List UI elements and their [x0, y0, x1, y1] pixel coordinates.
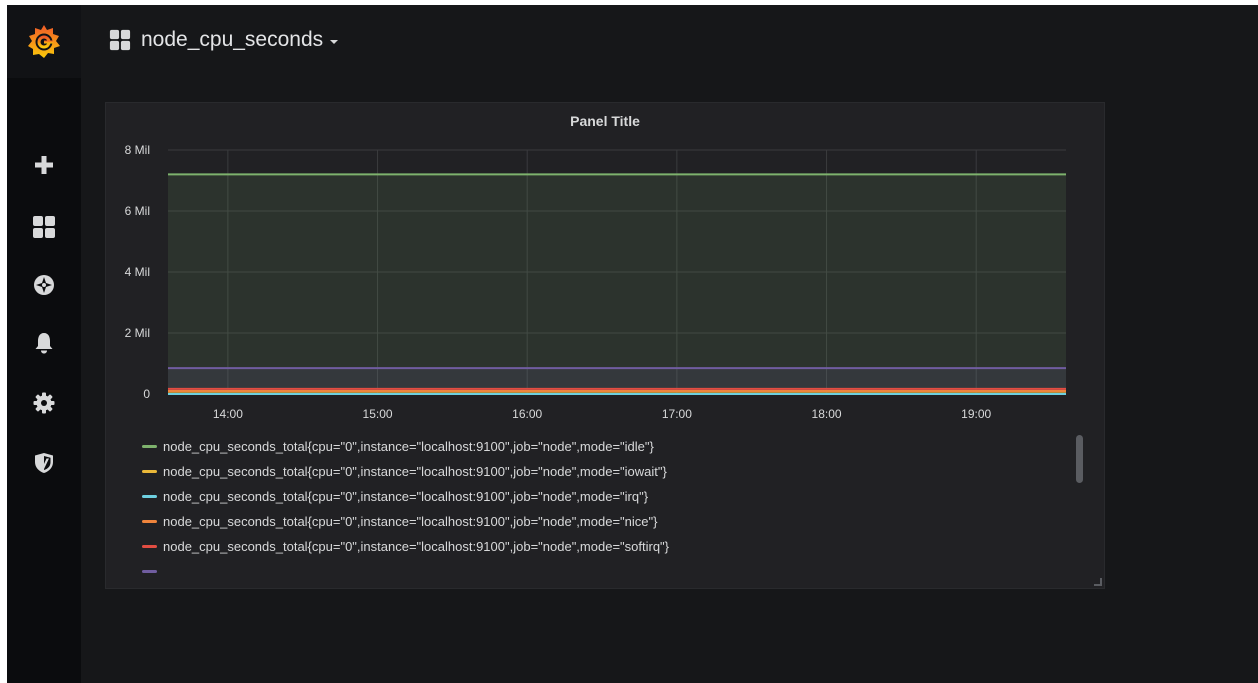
x-tick-label: 15:00 — [363, 407, 393, 421]
legend-series-swatch — [142, 469, 157, 473]
graph-panel: Panel Title 02 Mil 4 Mil 6 Mil 8 Mil 14:00 15… — [105, 102, 1105, 589]
x-tick-label: 18:00 — [812, 407, 842, 421]
caret-down-icon — [330, 40, 339, 44]
grafana-logo-icon — [28, 25, 60, 58]
y-tick-label: 8 Mil — [125, 143, 150, 157]
dashboards-icon — [109, 29, 131, 51]
panel-resize-handle[interactable] — [1094, 578, 1102, 586]
x-tick-label: 17:00 — [662, 407, 692, 421]
grafana-screen: node_cpu_seconds Panel Title 02 Mil 4 Mil… — [7, 5, 1258, 683]
legend-series-swatch — [142, 444, 157, 448]
y-tick-label: 2 Mil — [125, 326, 150, 340]
legend-item[interactable]: node_cpu_seconds_total{cpu="0",instance=… — [142, 486, 648, 506]
legend-series-label: node_cpu_seconds_total{cpu="0",instance=… — [163, 438, 654, 454]
graph-chart: 0 2 Mil 4 Mil 6 Mil 8 Mil 14:00 15:00 16:00 17:0… — [125, 143, 1066, 421]
server-admin-nav-button[interactable] — [29, 448, 59, 478]
legend-series-label: node_cpu_seconds_total{cpu="0",instance=… — [163, 488, 649, 504]
side-menu — [7, 5, 81, 683]
graph-legend: node_cpu_seconds_total{cpu="0",instance=… — [142, 433, 1072, 583]
dashboard-picker[interactable]: node_cpu_seconds — [109, 25, 339, 55]
x-tick-label: 14:00 — [213, 407, 243, 421]
dashboard-navbar: node_cpu_seconds — [81, 5, 1258, 78]
x-tick-label: 19:00 — [961, 407, 991, 421]
gear-icon — [33, 392, 55, 414]
grafana-logo-button[interactable] — [7, 5, 81, 78]
y-tick-label: 4 Mil — [125, 265, 150, 279]
legend-item[interactable] — [142, 561, 163, 581]
bell-icon — [35, 333, 53, 354]
dashboard-content: node_cpu_seconds Panel Title 02 Mil 4 Mil… — [81, 5, 1258, 683]
legend-item[interactable]: node_cpu_seconds_total{cpu="0",instance=… — [142, 461, 667, 481]
legend-item[interactable]: node_cpu_seconds_total{cpu="0",instance=… — [142, 436, 654, 456]
legend-scrollbar[interactable] — [1076, 435, 1083, 483]
configuration-nav-button[interactable] — [29, 388, 59, 418]
legend-series-swatch — [142, 569, 157, 573]
legend-series-swatch — [142, 494, 157, 498]
y-tick-label: 0 — [143, 387, 150, 401]
alerting-nav-button[interactable] — [29, 328, 59, 358]
dashboards-nav-button[interactable] — [29, 212, 59, 242]
legend-series-swatch — [142, 519, 157, 523]
legend-series-label: node_cpu_seconds_total{cpu="0",instance=… — [163, 463, 667, 479]
x-tick-label: 16:00 — [512, 407, 542, 421]
legend-series-swatch — [142, 544, 157, 548]
dashboards-icon — [33, 216, 55, 238]
legend-item[interactable]: node_cpu_seconds_total{cpu="0",instance=… — [142, 511, 657, 531]
legend-series-label: node_cpu_seconds_total{cpu="0",instance=… — [163, 513, 658, 529]
compass-icon — [34, 275, 54, 295]
create-nav-button[interactable] — [29, 150, 59, 180]
legend-item[interactable]: node_cpu_seconds_total{cpu="0",instance=… — [142, 536, 669, 556]
legend-series-label: node_cpu_seconds_total{cpu="0",instance=… — [163, 538, 670, 554]
dashboard-title: node_cpu_seconds — [141, 28, 324, 51]
plus-icon — [35, 156, 53, 174]
shield-icon — [35, 453, 53, 473]
y-tick-label: 6 Mil — [125, 204, 150, 218]
series-area — [168, 174, 1066, 394]
explore-nav-button[interactable] — [29, 270, 59, 300]
